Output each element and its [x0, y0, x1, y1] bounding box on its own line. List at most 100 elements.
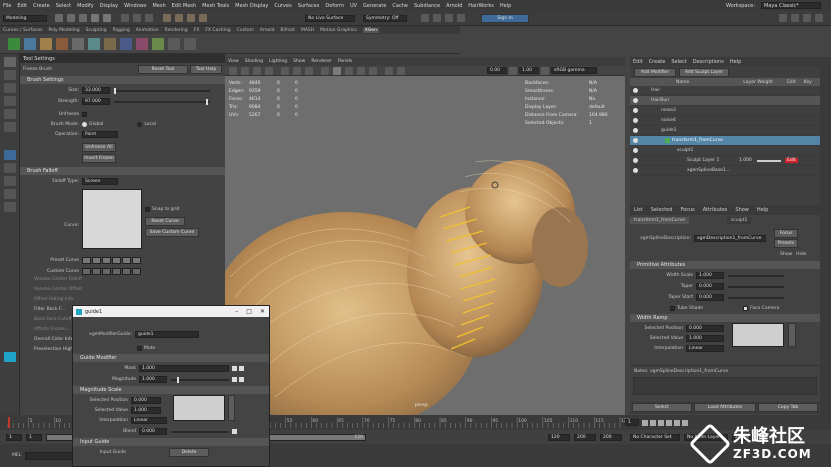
invert-frozen-button[interactable]: Invert Frozen [82, 154, 116, 163]
taper-start-slider[interactable] [728, 296, 784, 299]
paint-select-icon[interactable] [4, 83, 16, 93]
brush-falloff-header[interactable]: Brush Falloff [20, 167, 225, 175]
magnitude-slider[interactable] [171, 376, 229, 383]
image-plane-icon[interactable] [265, 66, 273, 75]
magnitude-scale-header[interactable]: Magnitude Scale [73, 386, 269, 394]
ramp-expand-button[interactable] [788, 323, 796, 347]
symmetry-select[interactable]: Symmetry: Off [363, 14, 407, 22]
blend-map-icon[interactable] [232, 429, 237, 434]
focus-button[interactable]: Focus [774, 228, 798, 238]
layer-weight-value[interactable]: 1.000 [739, 158, 757, 163]
wireframe-icon[interactable] [321, 66, 329, 75]
magnitude-slider-handle[interactable] [177, 376, 179, 383]
outliner-row[interactable]: xgenSplineBase1... [630, 166, 820, 176]
custom-curve-1[interactable] [82, 268, 91, 275]
menu-display[interactable]: Display [100, 3, 118, 9]
xgen-noise-icon[interactable] [120, 37, 132, 50]
xgen-editor-icon[interactable] [8, 37, 20, 50]
add-sculpt-layer-button[interactable]: Add Sculpt Layer [679, 67, 729, 77]
ramp-selpos-field[interactable]: 0.000 [686, 324, 724, 332]
visibility-icon[interactable] [633, 98, 638, 103]
width-scale-slider[interactable] [728, 274, 784, 277]
size-slider[interactable] [114, 87, 210, 94]
brush-settings-header[interactable]: Brush Settings [20, 76, 225, 84]
magnitude-map-icon[interactable] [232, 377, 237, 382]
operation-select[interactable]: Paint [82, 131, 118, 138]
rotate-tool-icon[interactable] [4, 109, 16, 119]
taper-field[interactable]: 0.000 [696, 283, 724, 290]
outliner-row[interactable]: HairBun [630, 96, 820, 106]
snap-plane-icon[interactable] [199, 14, 207, 22]
strength-field[interactable]: 97.000 [82, 98, 110, 105]
outliner-row[interactable]: guide1 [630, 126, 820, 136]
ol-menu-select[interactable]: Select [671, 59, 686, 65]
preset-curve-2[interactable] [92, 257, 101, 264]
custom-curve-2[interactable] [92, 268, 101, 275]
channel-box-toggle-icon[interactable] [815, 14, 823, 22]
attribute-editor-toggle-icon[interactable] [791, 14, 799, 22]
visibility-icon[interactable] [633, 138, 638, 143]
tool-settings-toggle-icon[interactable] [803, 14, 811, 22]
go-to-start-icon[interactable] [642, 419, 648, 426]
falloff-type-select[interactable]: Screen [82, 178, 118, 185]
render-frame-icon[interactable] [421, 14, 429, 22]
add-modifier-button[interactable]: Add Modifier [634, 67, 676, 77]
open-scene-icon[interactable] [67, 14, 75, 22]
undo-icon[interactable] [91, 14, 99, 22]
ol-menu-create[interactable]: Create [649, 59, 666, 65]
menu-create[interactable]: Create [33, 3, 50, 9]
menu-select[interactable]: Select [56, 3, 71, 9]
xgen-cut-icon[interactable] [104, 37, 116, 50]
ae-tab-focus[interactable]: Focus [680, 207, 694, 213]
visibility-icon[interactable] [633, 108, 638, 113]
guide-modifier-header[interactable]: Guide Modifier [73, 354, 269, 362]
delete-button[interactable]: Delete [169, 447, 209, 457]
outliner-row[interactable]: sculpt1 [630, 146, 820, 156]
smooth-shade-icon[interactable] [333, 66, 341, 75]
shelf-tab-xgen[interactable]: XGen [362, 27, 379, 33]
menu-windows[interactable]: Windows [124, 3, 146, 9]
bookmark-icon[interactable] [253, 66, 261, 75]
workspace-select[interactable]: Maya Classic* [761, 2, 821, 9]
size-field[interactable]: 33.000 [82, 87, 110, 94]
ol-menu-help[interactable]: Help [730, 59, 741, 65]
menu-cache[interactable]: Cache [392, 3, 408, 9]
side-by-side-icon[interactable] [4, 189, 16, 199]
mask-map-icon[interactable] [232, 366, 237, 371]
taper-start-field[interactable]: 0.000 [696, 294, 724, 301]
custom-curve-6[interactable] [132, 268, 141, 275]
snap-point-icon[interactable] [187, 14, 195, 22]
reset-tool-button[interactable]: Reset Tool [138, 64, 188, 74]
ae-tab-list[interactable]: List [634, 207, 643, 213]
custom-curve-4[interactable] [112, 268, 121, 275]
show-button[interactable]: Show [780, 252, 792, 257]
xgen-create-description-icon[interactable] [24, 37, 36, 50]
step-forward-icon[interactable] [674, 419, 680, 426]
new-scene-icon[interactable] [55, 14, 63, 22]
move-tool-icon[interactable] [4, 96, 16, 106]
ae-load-attributes-button[interactable]: Load Attributes [694, 403, 756, 412]
shelf-tab-rigging[interactable]: Rigging [113, 28, 130, 33]
isolate-icon[interactable] [397, 66, 405, 75]
start-time-field[interactable]: 1 [6, 433, 22, 441]
menu-modify[interactable]: Modify [77, 3, 94, 9]
xgen-sculpt-icon[interactable] [152, 37, 164, 50]
gamma-field[interactable]: 1.00 [519, 67, 539, 74]
select-object-icon[interactable] [133, 14, 141, 22]
sign-in-button[interactable]: Sign In [481, 13, 529, 23]
face-camera-checkbox[interactable] [743, 305, 749, 311]
shelf-tab-arnold[interactable]: Arnold [260, 28, 275, 33]
menu-subdiance[interactable]: Subdiance [414, 3, 440, 9]
outliner-row[interactable]: noise4 [630, 116, 820, 126]
film-gate-icon[interactable] [293, 66, 301, 75]
vp-menu-renderer[interactable]: Renderer [311, 59, 332, 64]
save-custom-curve-button[interactable]: Save Custom Curve [145, 228, 199, 237]
menu-generate[interactable]: Generate [363, 3, 386, 9]
shadows-icon[interactable] [369, 66, 377, 75]
xray-icon[interactable] [385, 66, 393, 75]
single-pane-icon[interactable] [4, 163, 16, 173]
preset-curve-6[interactable] [132, 257, 141, 264]
render-settings-icon[interactable] [445, 14, 453, 22]
shelf-tab-mash[interactable]: MASH [301, 28, 314, 33]
width-scale-field[interactable]: 1.000 [696, 272, 724, 279]
